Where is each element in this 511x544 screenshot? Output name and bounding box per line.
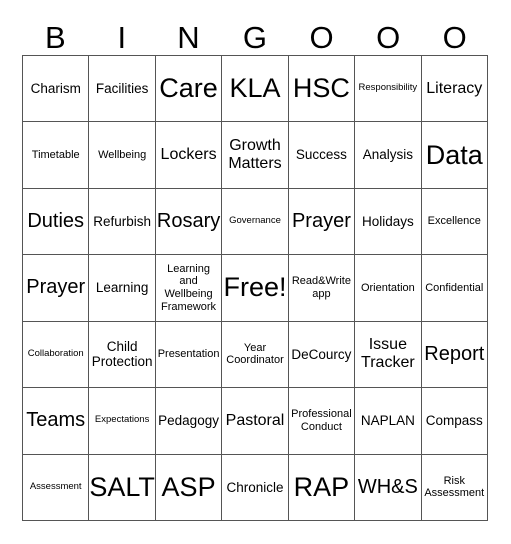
bingo-cell[interactable]: KLA (222, 56, 289, 123)
bingo-cell[interactable]: Orientation (355, 255, 422, 322)
bingo-cell[interactable]: WH&S (355, 454, 422, 521)
bingo-cell[interactable]: Analysis (355, 122, 422, 189)
bingo-cell[interactable]: Charism (23, 56, 90, 123)
bingo-header: BINGOOO (22, 20, 488, 56)
bingo-cell[interactable]: Read&Write app (288, 255, 356, 322)
bingo-cell[interactable]: Child Protection (89, 321, 156, 389)
bingo-cell[interactable]: Care (155, 56, 223, 123)
bingo-cell[interactable]: Issue Tracker (355, 321, 422, 389)
bingo-cell[interactable]: Presentation (155, 321, 223, 389)
bingo-cell[interactable]: Pedagogy (155, 388, 223, 455)
bingo-card-grid: Charism Facilities Care KLA HSC Responsibilit… (22, 55, 488, 521)
bingo-cell[interactable]: Governance (222, 188, 289, 256)
bingo-cell[interactable]: Compass (421, 388, 488, 455)
bingo-cell[interactable]: Timetable (23, 122, 90, 189)
bingo-cell[interactable]: Report (421, 321, 488, 389)
bingo-cell[interactable]: Prayer (288, 188, 356, 256)
bingo-cell[interactable]: NAPLAN (355, 388, 422, 455)
bingo-cell[interactable]: Assessment (23, 454, 90, 521)
header-letter: O (376, 20, 401, 55)
header-letter: O (442, 20, 467, 55)
header-letter: B (44, 20, 66, 55)
bingo-cell[interactable]: Year Coordinator (222, 321, 289, 389)
bingo-cell[interactable]: Risk Assessment (421, 454, 488, 521)
bingo-cell[interactable]: Wellbeing (89, 122, 156, 189)
bingo-cell[interactable]: Chronicle (222, 454, 289, 521)
header-letter: I (117, 20, 127, 55)
bingo-cell[interactable]: Literacy (421, 56, 488, 123)
header-letter: N (177, 20, 200, 55)
bingo-cell[interactable]: HSC (288, 56, 356, 123)
bingo-cell[interactable]: Data (421, 122, 488, 189)
bingo-cell[interactable]: Professional Conduct (288, 388, 356, 455)
bingo-cell[interactable]: Success (288, 122, 356, 189)
bingo-cell[interactable]: Responsibility (355, 56, 422, 123)
bingo-cell[interactable]: Lockers (155, 122, 223, 189)
bingo-cell[interactable]: Pastoral (222, 388, 289, 455)
free-space-cell[interactable]: Free! (222, 255, 289, 322)
bingo-cell[interactable]: Prayer (23, 255, 90, 322)
bingo-cell[interactable]: Facilities (89, 56, 156, 123)
header-letter: G (242, 20, 268, 55)
bingo-cell[interactable]: Holidays (355, 188, 422, 256)
header-letter: O (309, 20, 334, 55)
bingo-cell[interactable]: Refurbish (89, 188, 156, 256)
bingo-cell[interactable]: Collaboration (23, 321, 90, 389)
bingo-cell[interactable]: Confidential (421, 255, 488, 322)
bingo-cell[interactable]: Rosary (155, 188, 223, 256)
bingo-cell[interactable]: DeCourcy (288, 321, 356, 389)
bingo-cell[interactable]: Teams (23, 388, 90, 455)
bingo-cell[interactable]: Learning and Wellbeing Framework (155, 255, 223, 322)
bingo-cell[interactable]: Expectations (89, 388, 156, 455)
bingo-cell[interactable]: Duties (23, 188, 90, 256)
bingo-cell[interactable]: RAP (288, 454, 356, 521)
bingo-cell[interactable]: ASP (155, 454, 223, 521)
bingo-cell[interactable]: Excellence (421, 188, 488, 256)
bingo-cell[interactable]: Learning (89, 255, 156, 322)
bingo-cell[interactable]: SALT (89, 454, 156, 521)
bingo-cell[interactable]: Growth Matters (222, 122, 289, 189)
